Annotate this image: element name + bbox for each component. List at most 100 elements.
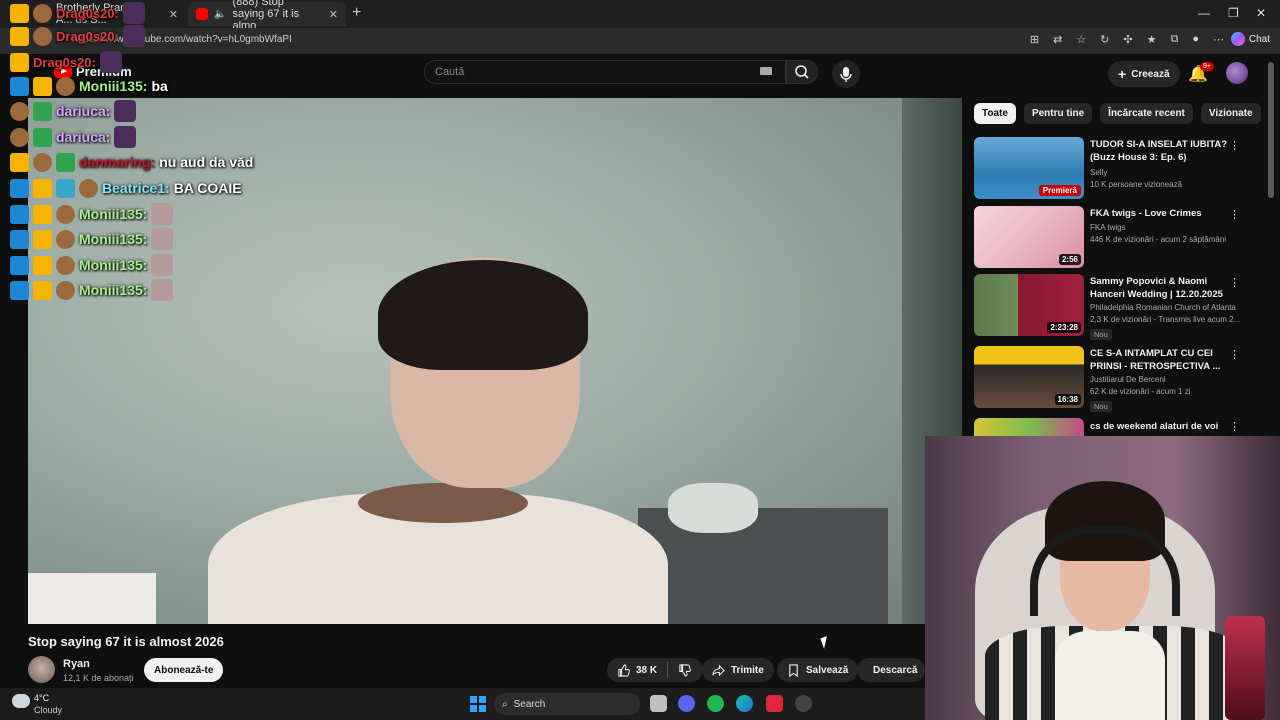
gift-badge-icon	[33, 101, 52, 121]
settings-gear-icon[interactable]	[795, 695, 812, 712]
chip-all[interactable]: Toate	[974, 103, 1016, 124]
chat-username: dariuca:	[56, 129, 111, 145]
like-dislike-group: 38 K	[607, 658, 703, 682]
keyboard-icon[interactable]	[760, 67, 772, 75]
chat-message: danmaring: nu aud da văd	[10, 150, 253, 174]
search-input[interactable]: Caută	[424, 60, 786, 84]
more-options-icon[interactable]: ⋮	[1229, 208, 1240, 221]
chat-username: danmaring:	[79, 154, 156, 170]
moderator-badge-icon	[10, 204, 29, 224]
moderator-badge-icon	[10, 178, 29, 198]
mouse-cursor-icon	[820, 636, 831, 649]
recommended-video[interactable]: Premieră TUDOR SI-A INSELAT IUBITA? (Buz…	[974, 137, 1250, 201]
new-tab-button[interactable]: +	[352, 4, 361, 22]
translate-icon[interactable]: ⇄	[1053, 33, 1062, 46]
close-window-icon[interactable]: ✕	[1256, 6, 1266, 20]
emote-badge-icon	[33, 3, 52, 23]
recommended-channel[interactable]: Philadelphia Romanian Church of Atlanta	[1090, 302, 1240, 314]
tab-close-icon[interactable]: ✕	[169, 8, 178, 21]
moderator-badge-icon	[10, 255, 29, 275]
video-thumbnail[interactable]: Premieră	[974, 137, 1084, 199]
video-thumbnail[interactable]: 2:56	[974, 206, 1084, 268]
recommended-title[interactable]: Sammy Popovici & Naomi Hanceri Wedding |…	[1090, 275, 1230, 301]
chat-emote	[151, 254, 174, 276]
recommended-channel[interactable]: Justitiarul De Berceni	[1090, 374, 1240, 386]
more-options-icon[interactable]: ⋮	[1229, 139, 1240, 152]
discord-icon[interactable]	[678, 695, 695, 712]
recommended-video[interactable]: 16:38 CE S-A INTAMPLAT CU CEI PRINSI - R…	[974, 346, 1250, 412]
chip-for-you[interactable]: Pentru tine	[1023, 103, 1093, 124]
app-icon[interactable]	[766, 695, 783, 712]
thumbs-up-icon[interactable]	[617, 663, 630, 677]
thumbs-down-icon[interactable]	[678, 663, 692, 677]
spotify-icon[interactable]	[707, 695, 724, 712]
collections-icon[interactable]: ⧉	[1170, 33, 1178, 46]
chat-emote	[151, 228, 174, 250]
recommended-title[interactable]: TUDOR SI-A INSELAT IUBITA? (Buzz House 3…	[1090, 138, 1230, 164]
browser-tab-2[interactable]: 🔈 (888) Stop saying 67 it is almo ✕	[188, 0, 346, 32]
copilot-chat-button[interactable]: Chat	[1230, 32, 1270, 46]
channel-avatar[interactable]	[28, 656, 55, 683]
save-button[interactable]: Salvează	[777, 658, 859, 682]
account-avatar[interactable]	[1226, 62, 1248, 84]
channel-name[interactable]: Ryan	[63, 658, 90, 670]
search-button[interactable]	[786, 60, 818, 84]
favorites-icon[interactable]: ★	[1147, 33, 1157, 46]
chat-username: Moniii135:	[79, 206, 148, 222]
maximize-icon[interactable]: ❐	[1228, 6, 1239, 20]
chip-recently-uploaded[interactable]: Încărcate recent	[1100, 103, 1193, 124]
microphone-icon	[840, 67, 852, 82]
recommended-video[interactable]: 2:56 FKA twigs - Love Crimes FKA twigs 4…	[974, 206, 1250, 270]
taskbar-search-label: Search	[513, 698, 546, 710]
create-button[interactable]: + Creează	[1108, 61, 1180, 87]
download-button[interactable]: Descarcă	[857, 658, 925, 682]
chat-username: Moniii135:	[79, 257, 148, 273]
weather-description[interactable]: Cloudy	[34, 705, 62, 715]
weather-cloud-icon[interactable]	[12, 694, 30, 708]
more-options-icon[interactable]: ⋮	[1229, 276, 1240, 289]
apps-icon[interactable]: ⊞	[1030, 33, 1039, 46]
emote-badge-icon	[79, 178, 98, 198]
extensions-icon[interactable]: ✣	[1123, 33, 1132, 46]
profile-icon[interactable]: ●	[1192, 33, 1199, 46]
like-count[interactable]: 38 K	[636, 665, 657, 676]
recommended-video[interactable]: 2:23:28 Sammy Popovici & Naomi Hanceri W…	[974, 274, 1250, 340]
share-arrow-icon	[712, 664, 725, 676]
recommended-channel[interactable]: FKA twigs	[1090, 222, 1240, 234]
video-thumbnail[interactable]: 16:38	[974, 346, 1084, 408]
chat-text: ba	[151, 78, 168, 94]
minimize-icon[interactable]: —	[1198, 6, 1210, 20]
refresh-icon[interactable]: ↻	[1100, 33, 1109, 46]
chip-watched[interactable]: Vizionate	[1200, 103, 1261, 124]
video-thumbnail[interactable]: 2:23:28	[974, 274, 1084, 336]
moderator-badge-icon	[10, 76, 29, 96]
task-view-icon[interactable]	[650, 695, 667, 712]
taskbar-search[interactable]: ⌕ Search	[494, 693, 640, 715]
recommended-title[interactable]: cs de weekend alaturi de voi	[1090, 420, 1230, 433]
page-scrollbar[interactable]	[1268, 62, 1274, 198]
youtube-favicon-icon	[196, 8, 208, 20]
more-options-icon[interactable]: ⋮	[1229, 348, 1240, 361]
windows-start-icon[interactable]	[470, 696, 486, 712]
recommended-video[interactable]: cs de weekend alaturi de voi ⋮	[974, 418, 1250, 436]
partner-badge-icon	[56, 178, 75, 198]
tab-close-icon[interactable]: ✕	[329, 8, 338, 21]
chat-username: Drag0s20:	[56, 5, 119, 21]
duration-badge: 2:23:28	[1047, 322, 1081, 333]
recommended-title[interactable]: CE S-A INTAMPLAT CU CEI PRINSI - RETROSP…	[1090, 347, 1230, 373]
speaker-icon: 🔈	[214, 8, 227, 20]
more-options-icon[interactable]: ⋮	[1229, 420, 1240, 433]
weather-temperature[interactable]: 4°C	[34, 693, 49, 703]
more-icon[interactable]: ⋯	[1213, 33, 1224, 46]
video-thumbnail[interactable]	[974, 418, 1084, 436]
recommended-channel[interactable]: Selly	[1090, 167, 1240, 179]
share-button[interactable]: Trimite	[702, 658, 774, 682]
headset-icon	[1030, 526, 1180, 616]
crown-badge-icon	[33, 280, 52, 300]
chat-message: Moniii135:	[10, 253, 174, 277]
favorite-star-icon[interactable]: ☆	[1076, 33, 1086, 46]
recommended-title[interactable]: FKA twigs - Love Crimes	[1090, 207, 1230, 220]
voice-search-button[interactable]	[832, 60, 860, 88]
subscribe-button[interactable]: Abonează-te	[144, 658, 224, 682]
edge-browser-icon[interactable]	[736, 695, 753, 712]
